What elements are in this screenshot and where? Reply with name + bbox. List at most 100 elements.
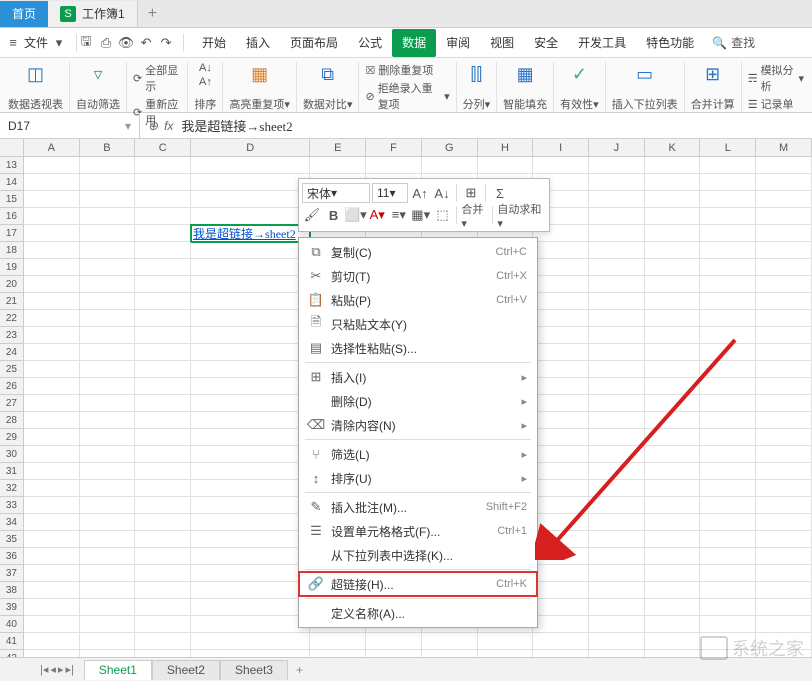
- cell[interactable]: [80, 514, 136, 531]
- cell[interactable]: [310, 633, 366, 650]
- ctx-删除(D)[interactable]: 删除(D): [299, 389, 537, 413]
- cell[interactable]: [589, 548, 645, 565]
- cell[interactable]: [589, 480, 645, 497]
- sort-asc[interactable]: A↓: [199, 62, 212, 74]
- cell[interactable]: [589, 208, 645, 225]
- cell[interactable]: [135, 242, 191, 259]
- cell[interactable]: [191, 616, 310, 633]
- cell[interactable]: [700, 327, 756, 344]
- cell[interactable]: [756, 259, 812, 276]
- col-header-C[interactable]: C: [135, 139, 191, 156]
- cell[interactable]: [533, 497, 589, 514]
- cell[interactable]: [80, 599, 136, 616]
- row-header[interactable]: 30: [0, 446, 24, 463]
- cell[interactable]: [191, 463, 310, 480]
- cell[interactable]: [135, 616, 191, 633]
- cell[interactable]: [191, 599, 310, 616]
- cell[interactable]: [533, 327, 589, 344]
- cell[interactable]: [700, 531, 756, 548]
- cell[interactable]: [533, 412, 589, 429]
- cell[interactable]: [191, 242, 310, 259]
- cell[interactable]: [533, 446, 589, 463]
- cell[interactable]: [24, 446, 80, 463]
- cell[interactable]: [589, 429, 645, 446]
- cell[interactable]: [589, 565, 645, 582]
- cell[interactable]: [80, 531, 136, 548]
- ctx-粘贴(P)[interactable]: 📋粘贴(P)Ctrl+V: [299, 288, 537, 312]
- cell[interactable]: [645, 497, 701, 514]
- menu-插入[interactable]: 插入: [236, 29, 280, 57]
- menu-公式[interactable]: 公式: [348, 29, 392, 57]
- cell[interactable]: [366, 157, 422, 174]
- cell[interactable]: [80, 327, 136, 344]
- row-header[interactable]: 28: [0, 412, 24, 429]
- cell[interactable]: [756, 616, 812, 633]
- cell[interactable]: [700, 548, 756, 565]
- row-header[interactable]: 26: [0, 378, 24, 395]
- cell[interactable]: [700, 191, 756, 208]
- row-header[interactable]: 14: [0, 174, 24, 191]
- cell[interactable]: [80, 497, 136, 514]
- row-header[interactable]: 19: [0, 259, 24, 276]
- cell[interactable]: [24, 378, 80, 395]
- fx-icon[interactable]: fx: [164, 119, 173, 133]
- grow-font-icon[interactable]: A↑: [410, 183, 430, 203]
- cell[interactable]: [135, 446, 191, 463]
- cell[interactable]: [24, 327, 80, 344]
- preview-icon[interactable]: 👁: [117, 34, 135, 52]
- cell[interactable]: [191, 259, 310, 276]
- rb-sort[interactable]: A↓A↑ 排序: [188, 62, 223, 112]
- cell[interactable]: [24, 225, 80, 242]
- cell[interactable]: [700, 378, 756, 395]
- row-header[interactable]: 27: [0, 395, 24, 412]
- file-menu[interactable]: ≡ 文件 ▾: [4, 34, 68, 52]
- cell[interactable]: [700, 446, 756, 463]
- cell[interactable]: [589, 191, 645, 208]
- cell[interactable]: [533, 582, 589, 599]
- cell[interactable]: [756, 582, 812, 599]
- cell[interactable]: [700, 616, 756, 633]
- cell[interactable]: [478, 633, 534, 650]
- cell[interactable]: [756, 174, 812, 191]
- cell[interactable]: [80, 259, 136, 276]
- cell[interactable]: [24, 157, 80, 174]
- cell[interactable]: [756, 429, 812, 446]
- cell[interactable]: [533, 616, 589, 633]
- row-header[interactable]: 40: [0, 616, 24, 633]
- cell[interactable]: [24, 242, 80, 259]
- cell[interactable]: [24, 412, 80, 429]
- cell[interactable]: [756, 327, 812, 344]
- rb-autofilter[interactable]: ▿自动筛选: [70, 62, 127, 112]
- cell[interactable]: [756, 463, 812, 480]
- ctx-复制(C)[interactable]: ⧉复制(C)Ctrl+C: [299, 240, 537, 264]
- cell[interactable]: 我是超链接→sheet2: [191, 225, 310, 242]
- cell[interactable]: [756, 191, 812, 208]
- cell[interactable]: [80, 429, 136, 446]
- remove-dup[interactable]: ☒ 删除重复项: [365, 62, 449, 78]
- row-header[interactable]: 35: [0, 531, 24, 548]
- cell[interactable]: [645, 174, 701, 191]
- border-icon[interactable]: ▦▾: [411, 205, 431, 225]
- row-header[interactable]: 34: [0, 514, 24, 531]
- cell[interactable]: [589, 259, 645, 276]
- ctx-只粘贴文本(Y)[interactable]: 🗎只粘贴文本(Y): [299, 312, 537, 336]
- cell[interactable]: [80, 276, 136, 293]
- cell[interactable]: [191, 548, 310, 565]
- cell[interactable]: [24, 293, 80, 310]
- cell[interactable]: [191, 429, 310, 446]
- row-header[interactable]: 36: [0, 548, 24, 565]
- cell[interactable]: [756, 395, 812, 412]
- row-header[interactable]: 18: [0, 242, 24, 259]
- cell[interactable]: [589, 378, 645, 395]
- menu-特色功能[interactable]: 特色功能: [636, 29, 704, 57]
- tab-add[interactable]: +: [138, 5, 167, 23]
- cell[interactable]: [24, 395, 80, 412]
- cell[interactable]: [645, 429, 701, 446]
- cell[interactable]: [700, 361, 756, 378]
- cell[interactable]: [191, 378, 310, 395]
- autosum-label[interactable]: 自动求和▾: [497, 201, 546, 230]
- cell[interactable]: [700, 276, 756, 293]
- print-icon[interactable]: ⎙: [97, 34, 115, 52]
- cell[interactable]: [533, 531, 589, 548]
- cell[interactable]: [589, 599, 645, 616]
